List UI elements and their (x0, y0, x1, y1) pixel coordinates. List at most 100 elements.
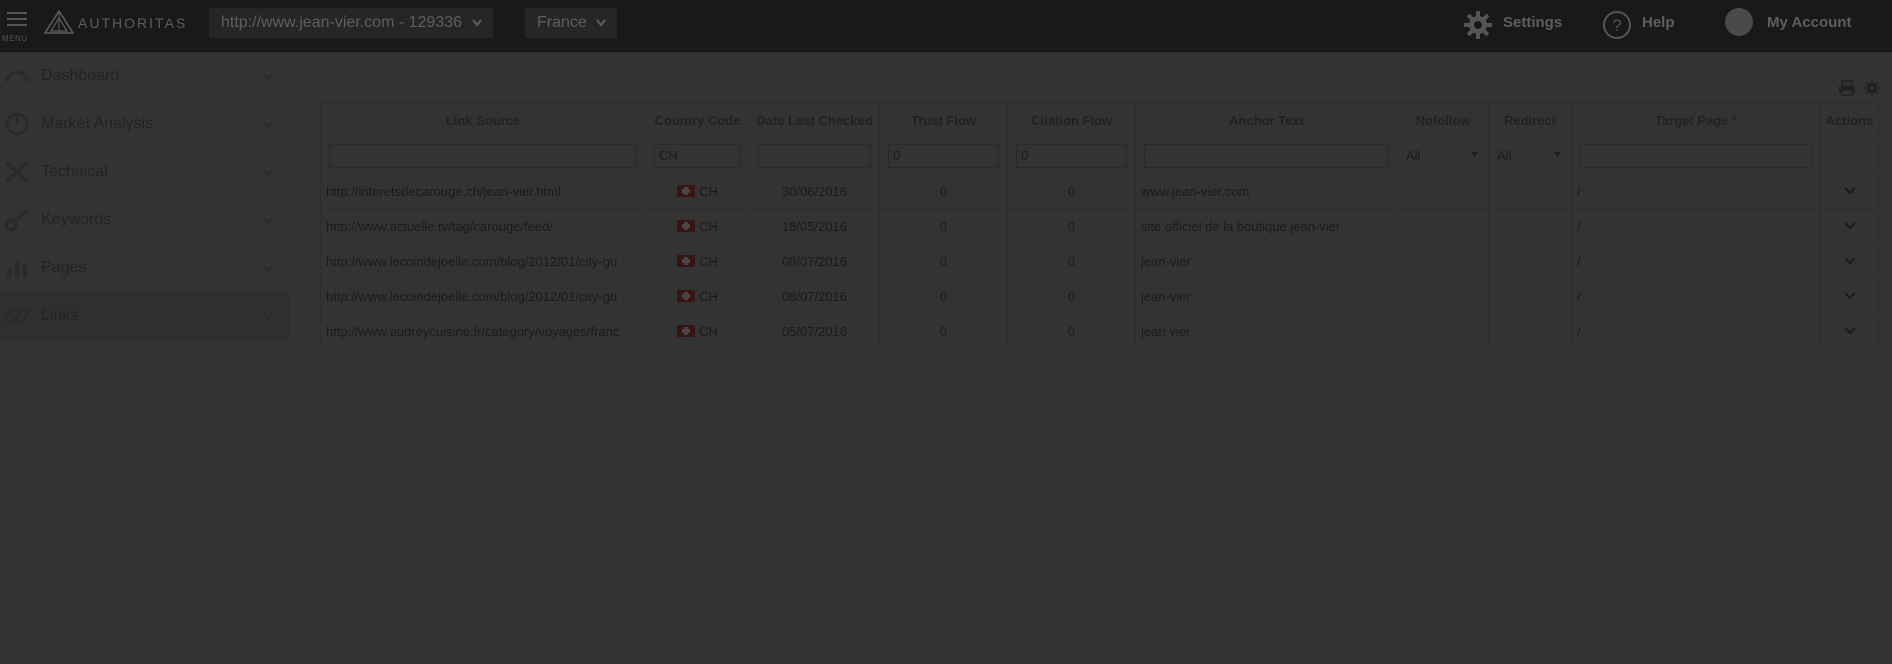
country-select-dropdown[interactable]: France (525, 8, 617, 38)
citation-flow-filter-input[interactable]: 0 (1016, 143, 1127, 168)
citation-flow-cell: 0 (1007, 243, 1136, 279)
sidebar-item-technical[interactable]: Technical (0, 148, 290, 196)
chevron-down-icon (263, 121, 273, 129)
anchor-text-filter-input[interactable] (1144, 143, 1389, 168)
table-row: http://www.audreycuisine.fr/category/voy… (320, 313, 1879, 349)
table-settings-gear-icon[interactable] (1864, 80, 1880, 96)
redirect-cell (1488, 173, 1572, 209)
country-code-text: CH (699, 323, 718, 339)
country-code-cell: CH (645, 173, 750, 209)
help-label: Help (1642, 14, 1675, 31)
table-header-row: Link Source Country Code Date Last Check… (320, 103, 1879, 138)
settings-label: Settings (1503, 14, 1563, 31)
column-header-target-page[interactable]: Target Page * (1571, 103, 1821, 138)
sidebar-item-pages[interactable]: Pages (0, 244, 290, 292)
settings-menu[interactable]: Settings (1463, 0, 1573, 51)
column-header-citation-flow[interactable]: Citation Flow (1007, 103, 1136, 138)
citation-flow-cell: 0 (1007, 313, 1136, 349)
table-row: http://interetsdecarouge.ch/jean-vier.ht… (320, 173, 1879, 209)
chevron-down-icon (472, 19, 482, 27)
trust-flow-cell: 0 (879, 278, 1008, 314)
dashboard-icon (5, 70, 29, 83)
country-select-value: France (537, 14, 587, 31)
column-header-trust-flow[interactable]: Trust Flow (879, 103, 1008, 138)
trust-flow-cell: 0 (879, 173, 1008, 209)
actions-cell (1820, 208, 1879, 244)
target-page-cell: / (1571, 208, 1821, 244)
sidebar-item-label: Market Analysis (41, 115, 154, 132)
date-cell: 18/05/2016 (749, 208, 880, 244)
link-source-cell[interactable]: http://interetsdecarouge.ch/jean-vier.ht… (320, 173, 646, 209)
row-actions-chevron-icon[interactable] (1843, 291, 1857, 301)
nofollow-cell (1397, 208, 1489, 244)
link-source-cell[interactable]: http://www.actuelle.tv/tag/carouge/feed/ (320, 208, 646, 244)
redirect-cell (1488, 278, 1572, 314)
market-analysis-icon (5, 112, 29, 136)
links-table: Link Source Country Code Date Last Check… (320, 103, 1879, 349)
table-filter-row: CH 0 0 All All (320, 137, 1879, 174)
sidebar-item-label: Dashboard (41, 67, 120, 84)
anchor-text-cell: jean-vier (1135, 243, 1398, 279)
chevron-down-icon (263, 217, 273, 225)
account-menu[interactable]: My Account (1725, 0, 1885, 51)
site-select-dropdown[interactable]: http://www.jean-vier.com - 129336 (209, 8, 493, 38)
column-header-nofollow[interactable]: Nofollow (1397, 103, 1489, 138)
dropdown-triangle-icon (1554, 151, 1561, 157)
help-icon: ? (1603, 11, 1631, 39)
column-header-actions: Actions (1820, 103, 1879, 138)
country-code-text: CH (699, 253, 718, 269)
sidebar-item-label: Links (41, 307, 79, 324)
menu-button[interactable]: MENU (0, 4, 34, 44)
row-actions-chevron-icon[interactable] (1843, 256, 1857, 266)
brand-name: AUTHORITAS (78, 15, 188, 31)
nofollow-filter-select[interactable]: All (1404, 145, 1482, 167)
table-row: http://www.lecoindejoelle.com/blog/2012/… (320, 278, 1879, 314)
link-source-cell[interactable]: http://www.audreycuisine.fr/category/voy… (320, 313, 646, 349)
trust-flow-filter-input[interactable]: 0 (888, 143, 999, 168)
date-filter-input[interactable] (758, 143, 871, 168)
sidebar-item-keywords[interactable]: Keywords (0, 196, 290, 244)
sidebar: Dashboard Market Analysis Technical Keyw… (0, 52, 290, 340)
chevron-down-icon (263, 169, 273, 177)
swiss-flag-icon (677, 184, 696, 197)
sidebar-item-label: Pages (41, 259, 87, 276)
nofollow-cell (1397, 173, 1489, 209)
target-page-cell: / (1571, 278, 1821, 314)
target-page-cell: / (1571, 173, 1821, 209)
country-code-cell: CH (645, 278, 750, 314)
swiss-flag-icon (677, 324, 696, 337)
redirect-cell (1488, 243, 1572, 279)
target-page-cell: / (1571, 313, 1821, 349)
sidebar-item-dashboard[interactable]: Dashboard (0, 52, 290, 100)
country-code-filter-input[interactable]: CH (654, 143, 741, 168)
citation-flow-cell: 0 (1007, 173, 1136, 209)
column-header-country-code[interactable]: Country Code (645, 103, 750, 138)
help-menu[interactable]: ? Help (1602, 0, 1702, 51)
link-source-cell[interactable]: http://www.lecoindejoelle.com/blog/2012/… (320, 278, 646, 314)
sidebar-item-market-analysis[interactable]: Market Analysis (0, 100, 290, 148)
column-header-redirect[interactable]: Redirect (1488, 103, 1572, 138)
link-source-filter-input[interactable] (329, 143, 637, 168)
anchor-text-cell: site officiel de la boutique jean-vier (1135, 208, 1398, 244)
column-header-anchor-text[interactable]: Anchor Text (1135, 103, 1398, 138)
print-icon[interactable] (1838, 80, 1856, 96)
nofollow-cell (1397, 313, 1489, 349)
sidebar-item-links[interactable]: Links (0, 292, 290, 340)
actions-cell (1820, 243, 1879, 279)
row-actions-chevron-icon[interactable] (1843, 221, 1857, 231)
sidebar-item-label: Keywords (41, 211, 112, 228)
country-code-cell: CH (645, 313, 750, 349)
column-header-date-last-checked[interactable]: Date Last Checked (749, 103, 880, 138)
link-source-cell[interactable]: http://www.lecoindejoelle.com/blog/2012/… (320, 243, 646, 279)
redirect-filter-select[interactable]: All (1495, 145, 1565, 167)
swiss-flag-icon (677, 254, 696, 267)
nofollow-cell (1397, 278, 1489, 314)
target-page-filter-input[interactable] (1580, 143, 1812, 168)
gear-icon (1464, 11, 1492, 39)
row-actions-chevron-icon[interactable] (1843, 186, 1857, 196)
country-code-text: CH (699, 288, 718, 304)
row-actions-chevron-icon[interactable] (1843, 326, 1857, 336)
table-row: http://www.lecoindejoelle.com/blog/2012/… (320, 243, 1879, 279)
column-header-link-source[interactable]: Link Source (320, 103, 646, 138)
chevron-down-icon (263, 265, 273, 273)
